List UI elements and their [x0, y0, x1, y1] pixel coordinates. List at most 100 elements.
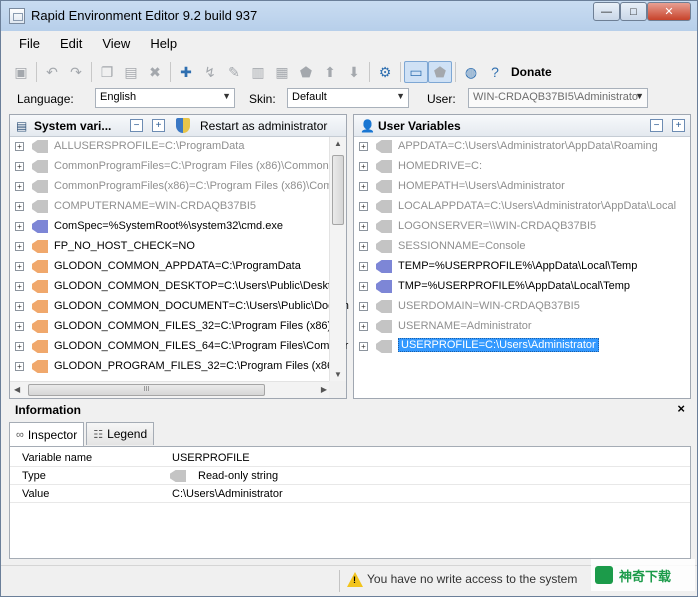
copy-icon[interactable]: ❐: [95, 61, 119, 83]
close-button[interactable]: ✕: [647, 2, 691, 21]
collapse-icon[interactable]: ▦: [270, 61, 294, 83]
add-value-icon[interactable]: ↯: [198, 61, 222, 83]
variable-text[interactable]: APPDATA=C:\Users\Administrator\AppData\R…: [398, 140, 658, 152]
variable-row[interactable]: + TEMP=%USERPROFILE%\AppData\Local\Temp: [354, 257, 690, 277]
menu-file[interactable]: File: [9, 33, 50, 55]
expand-icon[interactable]: +: [15, 302, 24, 311]
expand-icon[interactable]: +: [359, 322, 368, 331]
variable-row[interactable]: + GLODON_COMMON_FILES_32=C:\Program Files…: [10, 317, 346, 337]
redo-icon[interactable]: ↷: [64, 61, 88, 83]
variable-text[interactable]: COMPUTERNAME=WIN-CRDAQB37BI5: [54, 200, 256, 212]
menu-edit[interactable]: Edit: [50, 33, 92, 55]
close-icon[interactable]: ×: [677, 401, 685, 416]
variable-text[interactable]: GLODON_COMMON_FILES_64=C:\Program Files\…: [54, 340, 348, 352]
globe-icon[interactable]: ◍: [459, 61, 483, 83]
variable-row[interactable]: + GLODON_PROGRAM_FILES_32=C:\Program File…: [10, 357, 346, 377]
move-down-icon[interactable]: ⬇: [342, 61, 366, 83]
variable-row[interactable]: + HOMEPATH=\Users\Administrator: [354, 177, 690, 197]
delete-icon[interactable]: ✖: [143, 61, 167, 83]
title-bar[interactable]: Rapid Environment Editor 9.2 build 937 —…: [1, 1, 697, 31]
variable-text[interactable]: FP_NO_HOST_CHECK=NO: [54, 240, 195, 252]
variable-text[interactable]: USERPROFILE=C:\Users\Administrator: [398, 338, 599, 352]
expand-icon[interactable]: +: [15, 262, 24, 271]
legend-toggle-icon[interactable]: ⬟: [428, 61, 452, 83]
expand-icon[interactable]: +: [15, 362, 24, 371]
variable-row[interactable]: + FP_NO_HOST_CHECK=NO: [10, 237, 346, 257]
variable-row[interactable]: + COMPUTERNAME=WIN-CRDAQB37BI5: [10, 197, 346, 217]
variable-text[interactable]: LOCALAPPDATA=C:\Users\Administrator\AppD…: [398, 200, 676, 212]
add-variable-icon[interactable]: ✚: [174, 61, 198, 83]
expand-icon[interactable]: +: [359, 162, 368, 171]
variable-text[interactable]: HOMEDRIVE=C:: [398, 160, 482, 172]
vertical-scrollbar[interactable]: ▲ ▼: [329, 137, 346, 381]
expand-icon[interactable]: +: [359, 242, 368, 251]
collapse-all-icon[interactable]: −: [650, 119, 663, 132]
variable-row[interactable]: + CommonProgramFiles(x86)=C:\Program File…: [10, 177, 346, 197]
paste-icon[interactable]: ▤: [119, 61, 143, 83]
variable-row[interactable]: + CommonProgramFiles=C:\Program Files (x8…: [10, 157, 346, 177]
shield-icon[interactable]: [176, 118, 190, 133]
variable-row[interactable]: + GLODON_COMMON_DESKTOP=C:\Users\Public\D…: [10, 277, 346, 297]
scroll-thumb[interactable]: [332, 155, 344, 225]
expand-icon[interactable]: +: [15, 162, 24, 171]
tab-inspector[interactable]: ∞ Inspector: [9, 422, 85, 446]
language-select[interactable]: English ▼: [95, 88, 235, 108]
variable-text[interactable]: ComSpec=%SystemRoot%\system32\cmd.exe: [54, 220, 283, 232]
variable-row[interactable]: + GLODON_COMMON_APPDATA=C:\ProgramData: [10, 257, 346, 277]
scroll-thumb[interactable]: III: [28, 384, 265, 396]
variable-text[interactable]: GLODON_COMMON_APPDATA=C:\ProgramData: [54, 260, 301, 272]
skin-select[interactable]: Default ▼: [287, 88, 409, 108]
expand-icon[interactable]: +: [15, 322, 24, 331]
menu-view[interactable]: View: [92, 33, 140, 55]
variable-row[interactable]: + SESSIONNAME=Console: [354, 237, 690, 257]
variable-text[interactable]: CommonProgramFiles=C:\Program Files (x86…: [54, 160, 341, 172]
settings-icon[interactable]: ⚙: [373, 61, 397, 83]
variable-text[interactable]: GLODON_COMMON_FILES_32=C:\Program Files …: [54, 320, 342, 332]
restart-as-admin-button[interactable]: Restart as administrator: [200, 119, 327, 133]
expand-icon[interactable]: +: [15, 182, 24, 191]
variable-row[interactable]: + ALLUSERSPROFILE=C:\ProgramData: [10, 137, 346, 157]
expand-icon[interactable]: +: [15, 142, 24, 151]
variable-row[interactable]: + GLODON_COMMON_FILES_64=C:\Program Files…: [10, 337, 348, 357]
variable-text[interactable]: HOMEPATH=\Users\Administrator: [398, 180, 565, 192]
expand-icon[interactable]: +: [359, 302, 368, 311]
expand-icon[interactable]: +: [15, 222, 24, 231]
scroll-down-icon[interactable]: ▼: [334, 370, 342, 379]
variable-row[interactable]: + APPDATA=C:\Users\Administrator\AppData\…: [354, 137, 690, 157]
help-icon[interactable]: ?: [483, 61, 507, 83]
variable-row[interactable]: + USERNAME=Administrator: [354, 317, 690, 337]
collapse-all-icon[interactable]: −: [130, 119, 143, 132]
scroll-up-icon[interactable]: ▲: [334, 139, 342, 148]
expand-icon[interactable]: +: [359, 282, 368, 291]
expand-icon[interactable]: +: [359, 142, 368, 151]
variable-row[interactable]: + LOCALAPPDATA=C:\Users\Administrator\App…: [354, 197, 690, 217]
variable-text[interactable]: TEMP=%USERPROFILE%\AppData\Local\Temp: [398, 260, 637, 272]
expand-icon[interactable]: +: [359, 342, 368, 351]
scroll-right-icon[interactable]: ▶: [321, 385, 327, 394]
variable-row[interactable]: + GLODON_COMMON_DOCUMENT=C:\Users\Public\…: [10, 297, 349, 317]
variable-text[interactable]: GLODON_PROGRAM_FILES_32=C:\Program Files…: [54, 360, 337, 372]
variable-row[interactable]: + ComSpec=%SystemRoot%\system32\cmd.exe: [10, 217, 346, 237]
expand-icon[interactable]: +: [359, 202, 368, 211]
variable-text[interactable]: USERNAME=Administrator: [398, 320, 532, 332]
scroll-left-icon[interactable]: ◀: [14, 385, 20, 394]
variable-text[interactable]: USERDOMAIN=WIN-CRDAQB37BI5: [398, 300, 580, 312]
menu-help[interactable]: Help: [140, 33, 187, 55]
expand-icon[interactable]: +: [359, 222, 368, 231]
move-up-icon[interactable]: ⬆: [318, 61, 342, 83]
variable-text[interactable]: SESSIONNAME=Console: [398, 240, 525, 252]
window-view-icon[interactable]: ▭: [404, 61, 428, 83]
expand-icon[interactable]: ▥: [246, 61, 270, 83]
undo-icon[interactable]: ↶: [40, 61, 64, 83]
expand-icon[interactable]: +: [359, 262, 368, 271]
variable-row[interactable]: + USERDOMAIN=WIN-CRDAQB37BI5: [354, 297, 690, 317]
variable-row[interactable]: + TMP=%USERPROFILE%\AppData\Local\Temp: [354, 277, 690, 297]
expand-all-icon[interactable]: +: [152, 119, 165, 132]
expand-icon[interactable]: +: [15, 242, 24, 251]
edit-icon[interactable]: ✎: [222, 61, 246, 83]
expand-icon[interactable]: +: [15, 342, 24, 351]
tag-icon[interactable]: ⬟: [294, 61, 318, 83]
minimize-button[interactable]: —: [593, 2, 620, 21]
maximize-button[interactable]: □: [620, 2, 647, 21]
variable-text[interactable]: LOGONSERVER=\\WIN-CRDAQB37BI5: [398, 220, 596, 232]
